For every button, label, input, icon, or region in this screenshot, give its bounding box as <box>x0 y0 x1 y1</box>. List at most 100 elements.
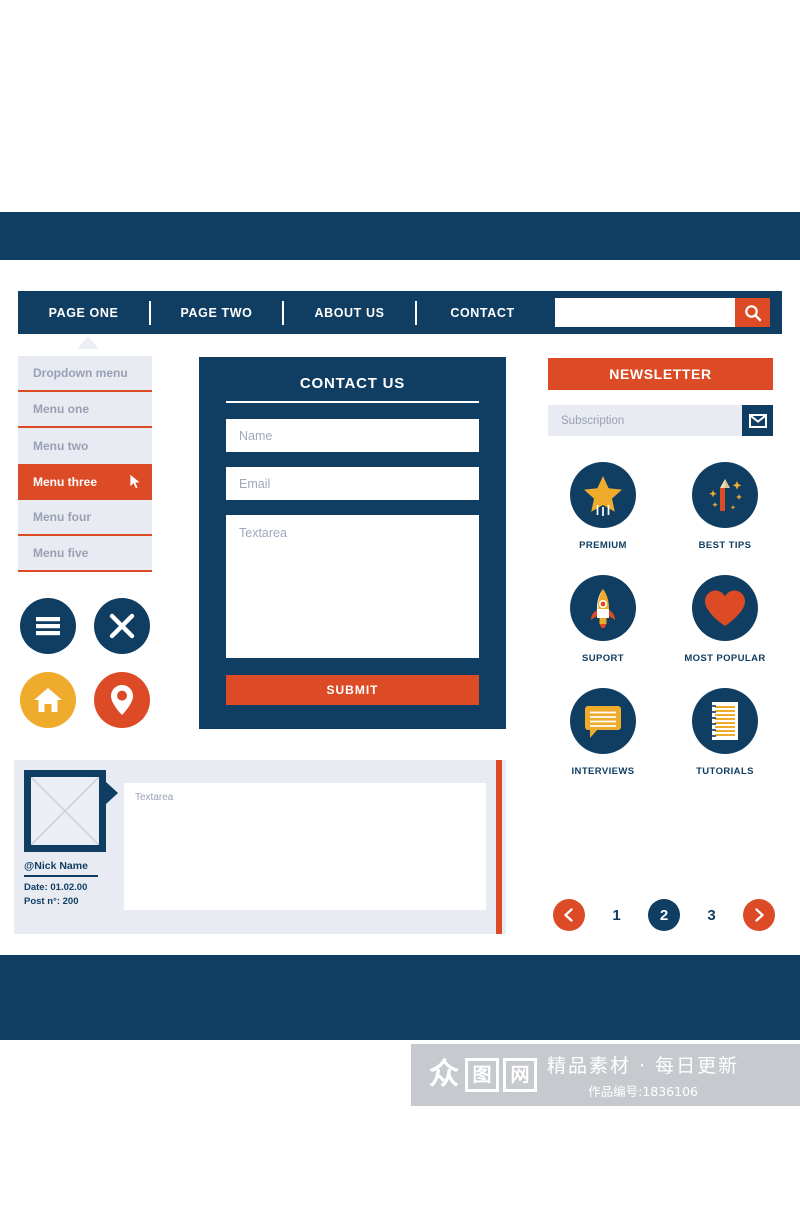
main-navbar: PAGE ONE PAGE TWO ABOUT US CONTACT <box>18 291 782 334</box>
feature-label: MOST POPULAR <box>684 653 766 664</box>
post-nickname-divider <box>24 875 98 877</box>
nav-item-contact[interactable]: CONTACT <box>417 304 548 322</box>
feature-row: PREMIUM BEST TIPS <box>548 462 780 551</box>
dropdown-item-menu-two[interactable]: Menu two <box>18 428 152 464</box>
pagination-page-label: 3 <box>707 906 716 924</box>
dropdown-item-label: Dropdown menu <box>33 366 128 380</box>
pagination: 1 2 3 <box>553 896 775 934</box>
feature-tutorials[interactable]: TUTORIALS <box>670 688 780 777</box>
navbar-items: PAGE ONE PAGE TWO ABOUT US CONTACT <box>18 291 548 334</box>
feature-premium[interactable]: PREMIUM <box>548 462 658 551</box>
subscription-input[interactable] <box>548 405 742 436</box>
dropdown-item-label: Menu four <box>33 510 91 524</box>
feature-best-tips[interactable]: BEST TIPS <box>670 462 780 551</box>
dropdown-item-menu-one[interactable]: Menu one <box>18 392 152 428</box>
nav-item-label: PAGE TWO <box>180 305 253 320</box>
watermark-logo: 众 图 网 <box>427 1058 537 1092</box>
heart-icon <box>705 590 745 626</box>
contact-title-divider <box>226 401 479 403</box>
bottom-decorative-band <box>0 955 800 1040</box>
hamburger-menu-button[interactable] <box>20 598 76 654</box>
feature-label: SUPORT <box>582 653 624 664</box>
circle-icon-group <box>20 598 150 730</box>
close-button[interactable] <box>94 598 150 654</box>
post-textarea[interactable] <box>124 783 486 910</box>
contact-form-panel: CONTACT US SUBMIT <box>199 357 506 729</box>
location-button[interactable] <box>94 672 150 728</box>
feature-icon-circle <box>692 688 758 754</box>
post-number: Post n°: 200 <box>24 896 79 907</box>
feature-icon-circle <box>692 575 758 641</box>
pagination-page-label: 1 <box>612 906 621 924</box>
search-bar <box>555 298 770 327</box>
dropdown-item-menu-four[interactable]: Menu four <box>18 500 152 536</box>
chevron-right-icon <box>755 908 764 922</box>
search-button[interactable] <box>735 298 770 327</box>
contact-form-title: CONTACT US <box>299 375 406 392</box>
pagination-page-label: 2 <box>659 906 669 924</box>
feature-label: BEST TIPS <box>698 540 752 551</box>
watermark-logo-char: 众 <box>429 1057 459 1092</box>
newsletter-title: NEWSLETTER <box>548 358 773 390</box>
nav-item-label: CONTACT <box>450 305 515 320</box>
location-pin-icon <box>111 685 133 715</box>
feature-label: PREMIUM <box>579 540 627 551</box>
feature-row: INTERVIEWS TUTORIALS <box>548 688 780 777</box>
post-date: Date: 01.02.00 <box>24 882 88 893</box>
image-placeholder-x-icon <box>30 776 100 846</box>
notepad-icon <box>712 702 738 740</box>
pagination-page-2[interactable]: 2 <box>648 899 680 931</box>
feature-row: SUPORT MOST POPULAR <box>548 575 780 664</box>
avatar[interactable] <box>24 770 106 852</box>
dropdown-item-label: Menu three <box>33 475 98 489</box>
pencil-icon <box>709 479 742 511</box>
nav-item-label: ABOUT US <box>314 305 385 320</box>
mouse-cursor-icon <box>128 473 143 494</box>
name-input[interactable] <box>226 419 479 452</box>
pagination-next-button[interactable] <box>743 899 775 931</box>
feature-icon-circle <box>570 688 636 754</box>
newsletter-subscribe-bar <box>548 405 773 436</box>
nav-item-label: PAGE ONE <box>48 305 119 320</box>
post-metadata: Date: 01.02.00 Post n°: 200 <box>24 881 124 909</box>
watermark-text: 精品素材 · 每日更新 作品编号:1836106 <box>547 1051 739 1100</box>
post-comment-block: @Nick Name Date: 01.02.00 Post n°: 200 <box>14 760 506 934</box>
watermark-logo-char: 图 <box>465 1058 499 1092</box>
subscribe-button[interactable] <box>742 405 773 436</box>
post-scrollbar[interactable] <box>496 760 502 934</box>
feature-icon-circle <box>570 575 636 641</box>
envelope-icon <box>748 413 767 428</box>
pagination-page-1[interactable]: 1 <box>601 899 633 931</box>
watermark-tagline: 精品素材 · 每日更新 <box>547 1054 740 1077</box>
feature-icon-grid: PREMIUM BEST TIPS SUPORT MOST POPULAR IN… <box>548 462 780 801</box>
chevron-left-icon <box>564 908 573 922</box>
watermark-overlay: 众 图 网 精品素材 · 每日更新 作品编号:1836106 <box>411 1044 800 1106</box>
feature-most-popular[interactable]: MOST POPULAR <box>670 575 780 664</box>
search-input[interactable] <box>555 298 735 327</box>
dropdown-item-dropdown-menu[interactable]: Dropdown menu <box>18 356 152 392</box>
home-button[interactable] <box>20 672 76 728</box>
pagination-page-3[interactable]: 3 <box>696 899 728 931</box>
dropdown-menu: Dropdown menu Menu one Menu two Menu thr… <box>18 356 152 572</box>
dropdown-item-label: Menu two <box>33 439 89 453</box>
dropdown-item-label: Menu five <box>33 546 89 560</box>
feature-label: INTERVIEWS <box>571 766 635 777</box>
star-icon <box>584 476 622 516</box>
rocket-icon <box>591 589 615 628</box>
dropdown-item-menu-five[interactable]: Menu five <box>18 536 152 572</box>
nav-item-page-one[interactable]: PAGE ONE <box>18 304 149 322</box>
email-input[interactable] <box>226 467 479 500</box>
feature-interviews[interactable]: INTERVIEWS <box>548 688 658 777</box>
home-icon <box>34 688 62 712</box>
dropdown-item-menu-three[interactable]: Menu three <box>18 464 152 500</box>
feature-suport[interactable]: SUPORT <box>548 575 658 664</box>
submit-button[interactable]: SUBMIT <box>226 675 479 705</box>
watermark-logo-char: 网 <box>503 1058 537 1092</box>
dropdown-item-label: Menu one <box>33 402 89 416</box>
post-nickname: @Nick Name <box>24 860 88 872</box>
pagination-prev-button[interactable] <box>553 899 585 931</box>
avatar-pointer-notch <box>106 782 118 804</box>
nav-item-page-two[interactable]: PAGE TWO <box>151 304 282 322</box>
nav-item-about-us[interactable]: ABOUT US <box>284 304 415 322</box>
message-textarea[interactable] <box>226 515 479 658</box>
